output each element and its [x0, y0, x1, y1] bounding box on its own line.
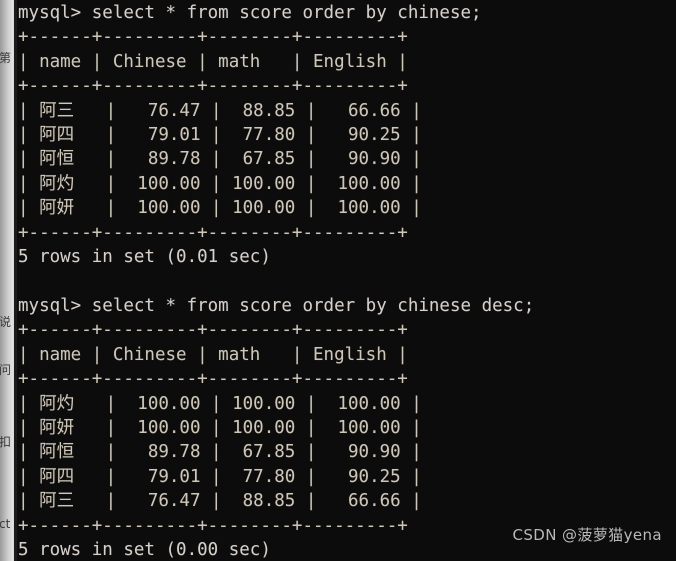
background-glyph-3: 问: [0, 364, 12, 376]
table-row: | 阿恒 | 89.78 | 67.85 | 90.90 |: [18, 149, 422, 170]
table-mid-rule-1: +------+---------+--------+---------+: [18, 76, 408, 97]
background-glyph-5: ct: [0, 518, 11, 530]
csdn-watermark: CSDN @菠萝猫yena: [512, 526, 662, 544]
table-row: | 阿四 | 79.01 | 77.80 | 90.25 |: [18, 466, 422, 487]
blank-line: [18, 269, 676, 293]
table-header-row-2: | name | Chinese | math | English |: [18, 344, 408, 365]
background-glyph-2: 说: [0, 316, 12, 328]
table-top-rule-2: +------+---------+--------+---------+: [18, 320, 408, 341]
table-row: | 阿三 | 76.47 | 88.85 | 66.66 |: [18, 100, 422, 121]
table-bottom-rule-1: +------+---------+--------+---------+: [18, 222, 408, 243]
table-row: | 阿妍 | 100.00 | 100.00 | 100.00 |: [18, 417, 422, 438]
table-row: | 阿恒 | 89.78 | 67.85 | 90.90 |: [18, 442, 422, 463]
background-glyph-4: 扣: [0, 436, 12, 448]
command-line-2: mysql> select * from score order by chin…: [18, 295, 535, 316]
table-row: | 阿灼 | 100.00 | 100.00 | 100.00 |: [18, 393, 422, 414]
table-row: | 阿灼 | 100.00 | 100.00 | 100.00 |: [18, 173, 422, 194]
table-row: | 阿三 | 76.47 | 88.85 | 66.66 |: [18, 491, 422, 512]
background-glyph-1: 第: [0, 52, 12, 64]
table-row: | 阿妍 | 100.00 | 100.00 | 100.00 |: [18, 198, 422, 219]
table-header-row-1: | name | Chinese | math | English |: [18, 51, 408, 72]
mysql-terminal-window[interactable]: mysql> select * from score order by chin…: [14, 0, 676, 561]
terminal-screenshot: 第 说 问 扣 ct mysql> select * from score or…: [0, 0, 676, 561]
table-row: | 阿四 | 79.01 | 77.80 | 90.25 |: [18, 125, 422, 146]
table-mid-rule-2: +------+---------+--------+---------+: [18, 369, 408, 390]
table-top-rule-1: +------+---------+--------+---------+: [18, 27, 408, 48]
command-line-1: mysql> select * from score order by chin…: [18, 3, 482, 23]
result-status-1: 5 rows in set (0.01 sec): [18, 247, 271, 268]
terminal-output-area[interactable]: mysql> select * from score order by chin…: [14, 0, 676, 561]
